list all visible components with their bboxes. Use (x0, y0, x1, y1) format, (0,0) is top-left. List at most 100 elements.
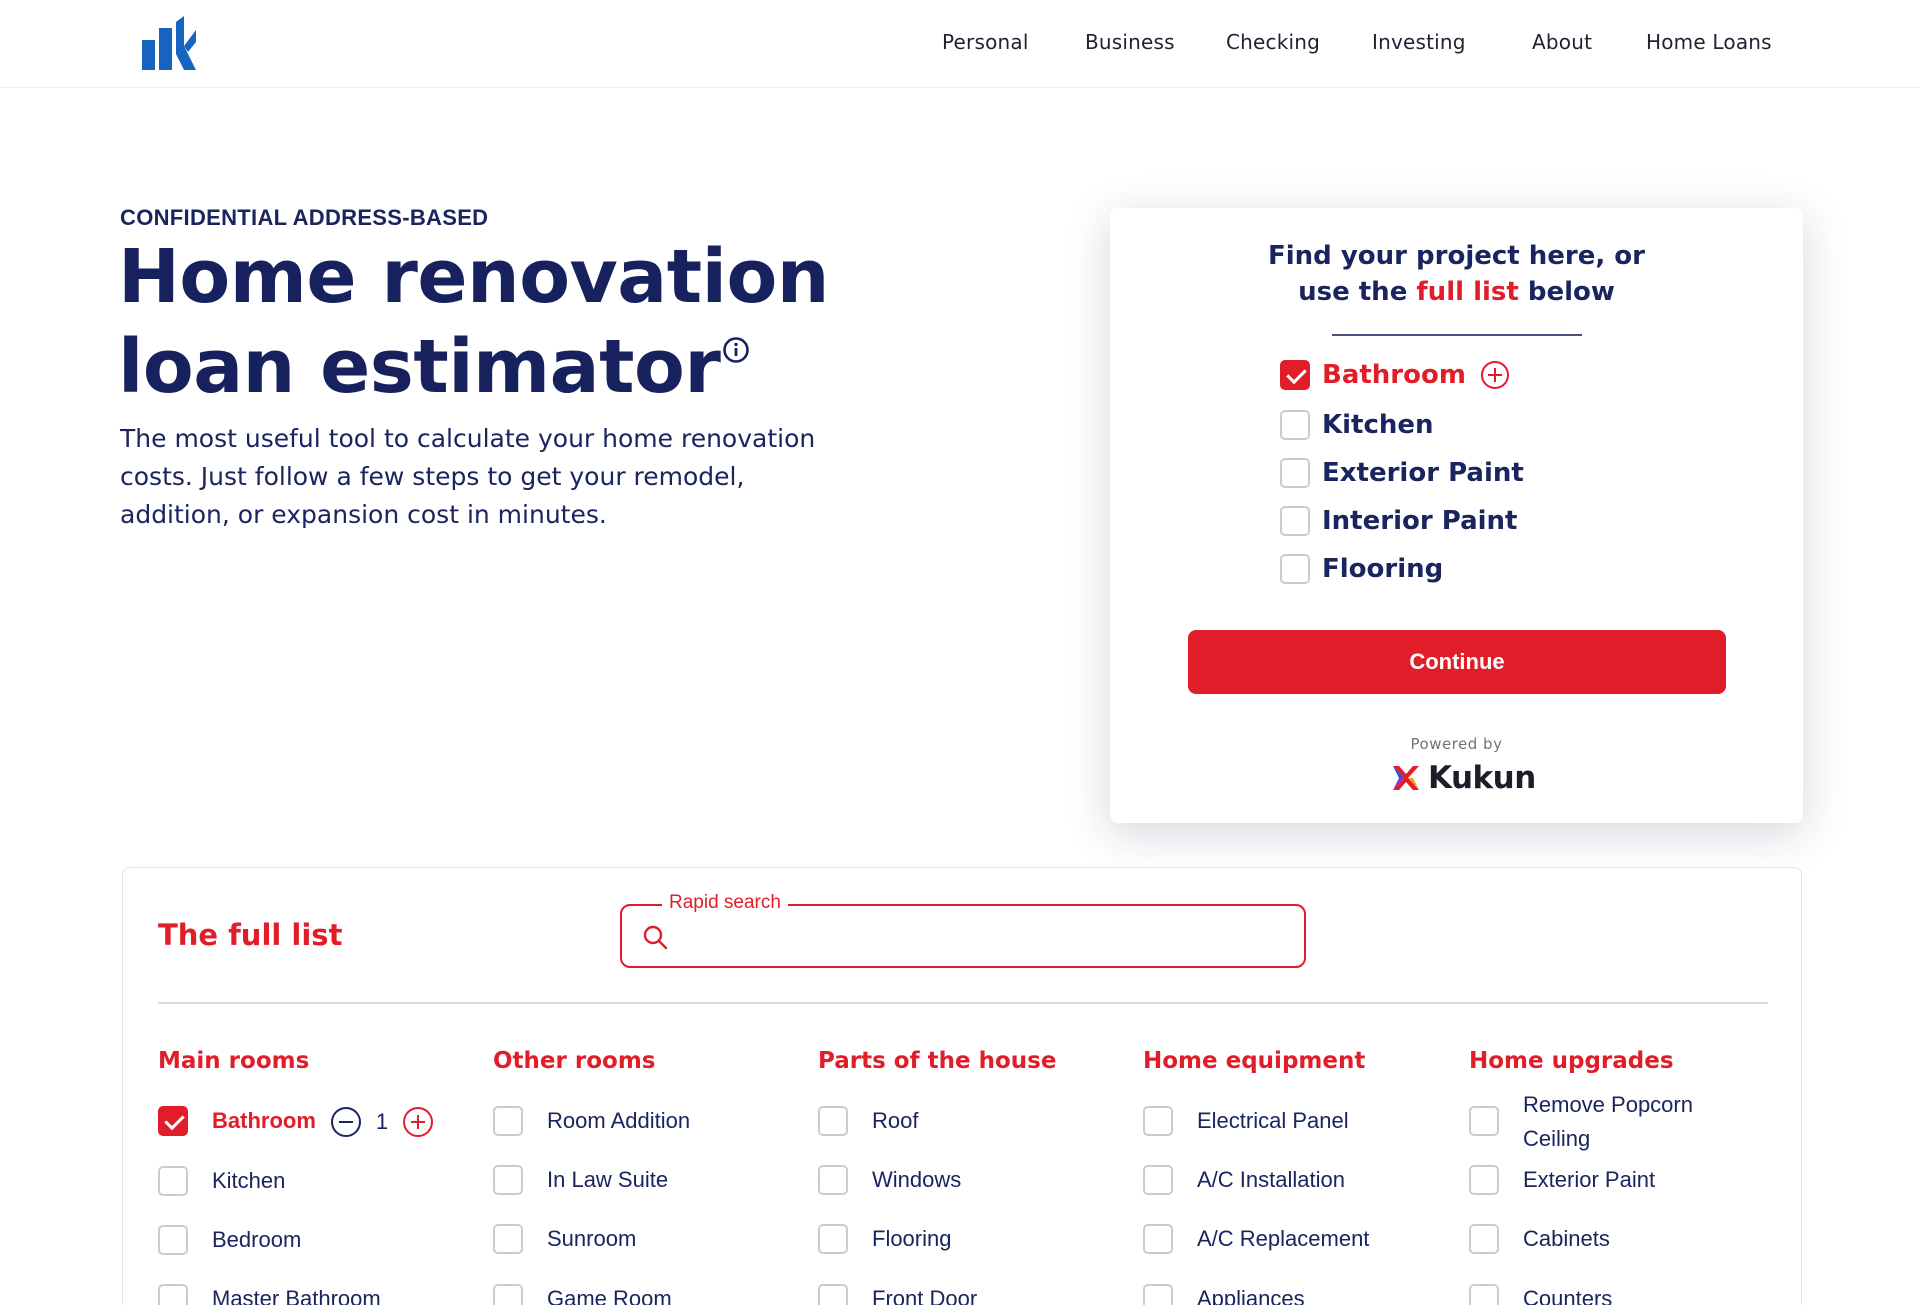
list-item-in-law-suite[interactable]: In Law Suite (493, 1163, 668, 1197)
checkbox[interactable] (1280, 554, 1310, 584)
quick-item-interior-paint[interactable]: Interior Paint (1280, 506, 1517, 536)
list-item-flooring[interactable]: Flooring (818, 1222, 951, 1256)
full-list-divider (158, 1002, 1768, 1004)
nav-business[interactable]: Business (1085, 30, 1175, 54)
brand-logo-icon[interactable] (142, 16, 198, 70)
checkbox[interactable] (158, 1284, 188, 1305)
nav-checking[interactable]: Checking (1226, 30, 1320, 54)
list-item-label: Counters (1523, 1286, 1613, 1305)
checkbox[interactable] (493, 1165, 523, 1195)
list-item-counters[interactable]: Counters (1469, 1282, 1612, 1305)
list-item-label: Front Door (872, 1286, 978, 1305)
column-heading: Parts of the house (818, 1048, 1057, 1074)
list-item-sunroom[interactable]: Sunroom (493, 1222, 636, 1256)
list-item-label: Appliances (1197, 1286, 1305, 1305)
list-item-bathroom[interactable]: Bathroom 1 (158, 1104, 434, 1138)
bathroom-quantity-stepper: 1 (330, 1106, 434, 1138)
list-item-exterior-paint[interactable]: Exterior Paint (1469, 1163, 1655, 1197)
list-item-label: Remove Popcorn Ceiling (1523, 1088, 1693, 1156)
list-item-label: Flooring (872, 1226, 952, 1251)
nav-home-loans[interactable]: Home Loans (1646, 30, 1772, 54)
list-item-ac-installation[interactable]: A/C Installation (1143, 1163, 1345, 1197)
checkbox[interactable] (1143, 1224, 1173, 1254)
quick-item-label: Exterior Paint (1322, 458, 1524, 488)
quick-item-exterior-paint[interactable]: Exterior Paint (1280, 458, 1524, 488)
column-home-upgrades: Home upgrades Remove Popcorn Ceiling Exte… (1469, 1048, 1693, 1305)
kukun-brand[interactable]: Kukun (1390, 760, 1536, 796)
list-item-label: Electrical Panel (1197, 1108, 1349, 1133)
checkbox[interactable] (493, 1106, 523, 1136)
quick-item-kitchen[interactable]: Kitchen (1280, 410, 1434, 440)
list-item-bedroom[interactable]: Bedroom (158, 1223, 301, 1257)
list-item-room-addition[interactable]: Room Addition (493, 1104, 690, 1138)
quick-item-flooring[interactable]: Flooring (1280, 554, 1443, 584)
rapid-search-label: Rapid search (662, 892, 788, 914)
checkbox[interactable] (1280, 506, 1310, 536)
checkbox[interactable] (158, 1166, 188, 1196)
bathroom-count: 1 (375, 1109, 389, 1134)
checkbox[interactable] (1280, 410, 1310, 440)
full-list-link[interactable]: full list (1416, 277, 1518, 307)
checkbox[interactable] (1143, 1165, 1173, 1195)
checkbox-checked[interactable] (1280, 360, 1310, 390)
minus-circle-icon[interactable] (330, 1106, 362, 1138)
checkbox[interactable] (1469, 1106, 1499, 1136)
checkbox[interactable] (818, 1224, 848, 1254)
list-item-game-room[interactable]: Game Room (493, 1282, 672, 1305)
rapid-search-input[interactable] (682, 914, 1282, 958)
nav-investing[interactable]: Investing (1372, 30, 1466, 54)
list-item-appliances[interactable]: Appliances (1143, 1282, 1305, 1305)
checkbox[interactable] (1143, 1284, 1173, 1305)
checkbox[interactable] (818, 1106, 848, 1136)
list-item-label: Room Addition (547, 1108, 691, 1133)
top-navigation-bar: Personal Business Checking Investing Abo… (0, 0, 1920, 88)
checkbox[interactable] (818, 1284, 848, 1305)
kukun-wordmark: Kukun (1428, 760, 1536, 796)
rapid-search-field[interactable]: Rapid search (620, 892, 1306, 968)
checkbox-checked[interactable] (158, 1106, 188, 1136)
column-heading: Main rooms (158, 1048, 310, 1074)
column-home-equipment: Home equipment Electrical Panel A/C Inst… (1143, 1048, 1369, 1305)
list-item-cabinets[interactable]: Cabinets (1469, 1222, 1610, 1256)
list-item-ac-replacement[interactable]: A/C Replacement (1143, 1222, 1369, 1256)
continue-button[interactable]: Continue (1188, 630, 1726, 694)
column-heading: Home equipment (1143, 1048, 1366, 1074)
list-item-master-bathroom[interactable]: Master Bathroom (158, 1282, 381, 1305)
quick-item-bathroom[interactable]: Bathroom (1280, 360, 1510, 390)
list-item-front-door[interactable]: Front Door (818, 1282, 977, 1305)
list-item-windows[interactable]: Windows (818, 1163, 961, 1197)
checkbox[interactable] (158, 1225, 188, 1255)
checkbox[interactable] (493, 1284, 523, 1305)
search-icon (643, 925, 668, 950)
list-item-label: A/C Installation (1197, 1167, 1345, 1192)
list-item-remove-popcorn-ceiling[interactable]: Remove Popcorn Ceiling (1469, 1088, 1693, 1156)
hero-description: The most useful tool to calculate your h… (120, 424, 816, 529)
add-circle-icon[interactable] (1480, 360, 1510, 390)
quick-item-label: Flooring (1322, 554, 1444, 584)
nav-about[interactable]: About (1532, 30, 1592, 54)
checkbox[interactable] (1469, 1224, 1499, 1254)
list-item-electrical-panel[interactable]: Electrical Panel (1143, 1104, 1349, 1138)
list-item-label: A/C Replacement (1197, 1226, 1370, 1251)
info-icon[interactable] (722, 336, 750, 364)
page-title-line2: loan estimator (118, 324, 721, 410)
nav-personal[interactable]: Personal (942, 30, 1029, 54)
card-title-suffix: below (1518, 277, 1615, 307)
page-title-line1: Home renovation (118, 234, 829, 320)
list-item-label: Master Bathroom (212, 1286, 381, 1305)
checkbox[interactable] (1469, 1284, 1499, 1305)
checkbox[interactable] (818, 1165, 848, 1195)
list-item-kitchen[interactable]: Kitchen (158, 1164, 285, 1198)
checkbox[interactable] (1143, 1106, 1173, 1136)
quick-item-label: Interior Paint (1322, 506, 1518, 536)
list-item-label: Exterior Paint (1523, 1167, 1656, 1192)
list-item-roof[interactable]: Roof (818, 1104, 918, 1138)
plus-circle-icon[interactable] (402, 1106, 434, 1138)
full-list-panel: The full list Rapid search Main rooms Ba… (122, 867, 1802, 1305)
checkbox[interactable] (493, 1224, 523, 1254)
checkbox[interactable] (1469, 1165, 1499, 1195)
column-main-rooms: Main rooms Bathroom 1 Kitchen Bedroom Ma… (158, 1048, 434, 1305)
checkbox[interactable] (1280, 458, 1310, 488)
column-heading: Home upgrades (1469, 1048, 1674, 1074)
page-title: Home renovation loan estimator (118, 232, 829, 412)
